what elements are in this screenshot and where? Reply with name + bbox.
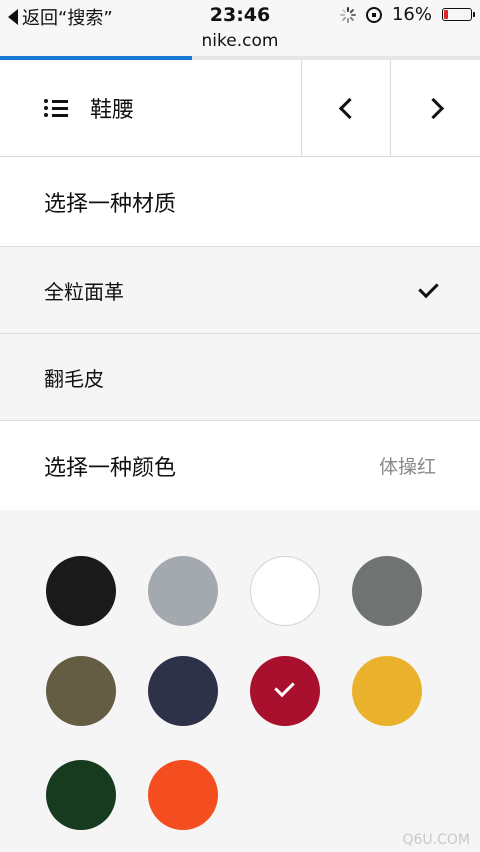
material-option-suede[interactable]: 翻毛皮: [0, 334, 480, 421]
chevron-left-icon: [338, 97, 361, 119]
color-swatch[interactable]: [352, 656, 422, 726]
selected-color-name: 体操红: [378, 456, 436, 478]
next-part-button[interactable]: [390, 60, 480, 156]
chevron-right-icon: [422, 97, 444, 119]
color-swatch[interactable]: [148, 760, 218, 830]
color-heading: 选择一种颜色 体操红: [0, 421, 480, 511]
color-swatch[interactable]: [250, 656, 320, 726]
color-swatch[interactable]: [46, 656, 116, 726]
material-option-full-grain[interactable]: 全粒面革: [0, 247, 480, 334]
color-swatch[interactable]: [352, 556, 422, 626]
battery-percent: 16%: [391, 4, 432, 25]
list-icon: [44, 98, 68, 118]
battery-icon: [442, 8, 475, 21]
watermark: Q6U.COM: [402, 832, 471, 848]
rotation-lock-icon: [365, 6, 382, 23]
material-heading-label: 选择一种材质: [44, 191, 177, 217]
color-swatch-grid: Q6U.COM: [0, 510, 480, 852]
status-bar: 返回“搜索” 23:46 16%: [0, 0, 480, 30]
material-option-label: 翻毛皮: [44, 366, 104, 391]
previous-part-button[interactable]: [301, 60, 391, 156]
color-swatch[interactable]: [148, 656, 218, 726]
material-option-label: 全粒面革: [44, 279, 124, 304]
checkmark-icon: [274, 676, 295, 698]
color-swatch[interactable]: [46, 556, 116, 626]
activity-spinner-icon: [339, 6, 356, 23]
battery-level: [444, 10, 449, 19]
part-title: 鞋腰: [90, 98, 135, 123]
color-heading-label: 选择一种颜色: [44, 455, 177, 481]
url-bar[interactable]: nike.com: [0, 30, 480, 56]
status-indicators: 16%: [339, 4, 475, 25]
color-swatch[interactable]: [250, 556, 320, 626]
part-menu-button[interactable]: 鞋腰: [0, 60, 300, 156]
color-swatch[interactable]: [46, 760, 116, 830]
customizer-nav: 鞋腰: [0, 60, 480, 157]
material-heading: 选择一种材质: [0, 157, 480, 247]
color-swatch[interactable]: [148, 556, 218, 626]
checkmark-icon: [418, 277, 439, 299]
url-text[interactable]: nike.com: [0, 31, 480, 51]
